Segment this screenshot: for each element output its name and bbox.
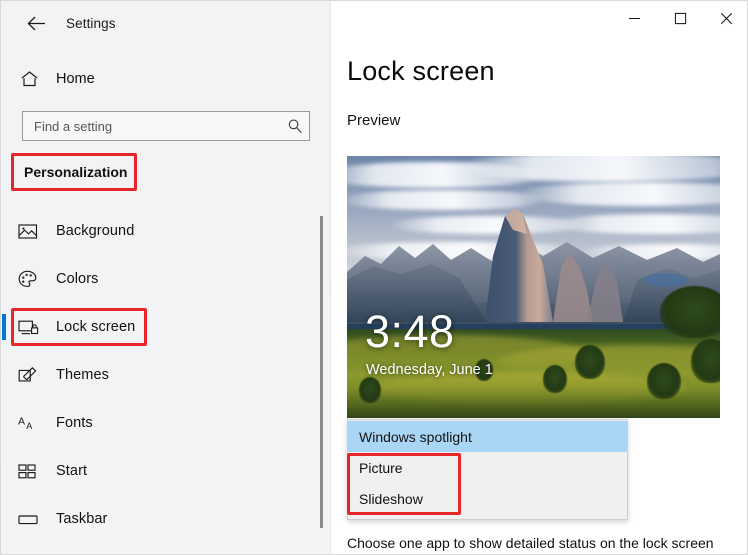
sidebar-item-colors[interactable]: Colors [1, 257, 311, 301]
back-arrow-icon[interactable] [15, 7, 57, 39]
sidebar-item-themes[interactable]: Themes [1, 353, 311, 397]
monitor-lock-icon [18, 319, 52, 336]
lock-screen-clock-date: Wednesday, June 1 [366, 362, 493, 378]
sidebar-scrollbar-thumb[interactable] [320, 216, 323, 528]
minimize-icon[interactable] [611, 1, 657, 35]
background-dropdown-list[interactable]: Windows spotlight Picture Slideshow [347, 419, 628, 520]
tree-shape [575, 344, 605, 379]
lock-screen-clock-time: 3:48 [365, 306, 455, 357]
search-icon[interactable] [281, 118, 309, 134]
sidebar-item-fonts-label: Fonts [56, 415, 93, 431]
settings-window: Settings Home Personalization [0, 0, 748, 555]
sidebar-item-taskbar-label: Taskbar [56, 511, 108, 527]
sidebar-item-background-label: Background [56, 223, 135, 239]
close-icon[interactable] [703, 1, 747, 35]
tiles-icon [18, 463, 52, 480]
palette-icon [18, 270, 52, 288]
dropdown-option-picture[interactable]: Picture [348, 452, 627, 483]
sidebar-item-start-label: Start [56, 463, 88, 479]
sidebar-item-colors-label: Colors [56, 271, 99, 287]
font-aa-icon: A A [18, 414, 52, 432]
sidebar-item-taskbar[interactable]: Taskbar [1, 497, 311, 541]
svg-text:A: A [18, 416, 25, 428]
maximize-icon[interactable] [657, 1, 703, 35]
lock-screen-preview[interactable]: 3:48 Wednesday, June 1 [347, 156, 720, 418]
sidebar-selection-indicator [2, 314, 6, 340]
tree-shape [660, 286, 720, 338]
content-pane: Lock screen Preview 3:48 Wednesday, June… [332, 1, 747, 554]
dropdown-option-label: Windows spotlight [359, 428, 472, 445]
svg-text:A: A [26, 421, 32, 431]
tree-shape [647, 362, 681, 399]
window-titlebar: Settings [1, 1, 331, 45]
taskbar-icon [18, 512, 52, 527]
dropdown-option-label: Slideshow [359, 490, 423, 507]
sidebar-scrollbar[interactable] [319, 216, 324, 528]
category-personalization-highlight[interactable]: Personalization [11, 153, 137, 191]
tree-shape [543, 364, 567, 393]
sidebar-item-lock-screen[interactable]: Lock screen [1, 305, 311, 349]
picture-icon [18, 223, 52, 240]
dropdown-option-windows-spotlight[interactable]: Windows spotlight [348, 421, 627, 452]
sidebar-item-themes-label: Themes [56, 367, 109, 383]
home-icon [20, 70, 50, 88]
dropdown-option-label: Picture [359, 459, 403, 476]
sidebar-item-background[interactable]: Background [1, 209, 311, 253]
tree-shape [359, 376, 381, 403]
sidebar: Settings Home Personalization [1, 1, 331, 554]
category-personalization-label: Personalization [24, 164, 128, 180]
window-controls [611, 1, 747, 35]
sidebar-item-home-label: Home [56, 71, 95, 87]
brush-icon [18, 366, 52, 384]
dropdown-option-slideshow[interactable]: Slideshow [348, 483, 627, 514]
preview-section-label: Preview [347, 112, 401, 129]
tree-shape [691, 338, 720, 383]
sidebar-item-lock-screen-label: Lock screen [56, 319, 136, 335]
search-input[interactable] [23, 118, 281, 134]
search-box[interactable] [22, 111, 310, 141]
sidebar-item-home[interactable]: Home [1, 61, 321, 97]
status-app-note: Choose one app to show detailed status o… [347, 535, 714, 551]
sidebar-item-start[interactable]: Start [1, 449, 311, 493]
page-title: Lock screen [347, 56, 495, 86]
sidebar-item-fonts[interactable]: A A Fonts [1, 401, 311, 445]
app-title: Settings [66, 15, 116, 31]
